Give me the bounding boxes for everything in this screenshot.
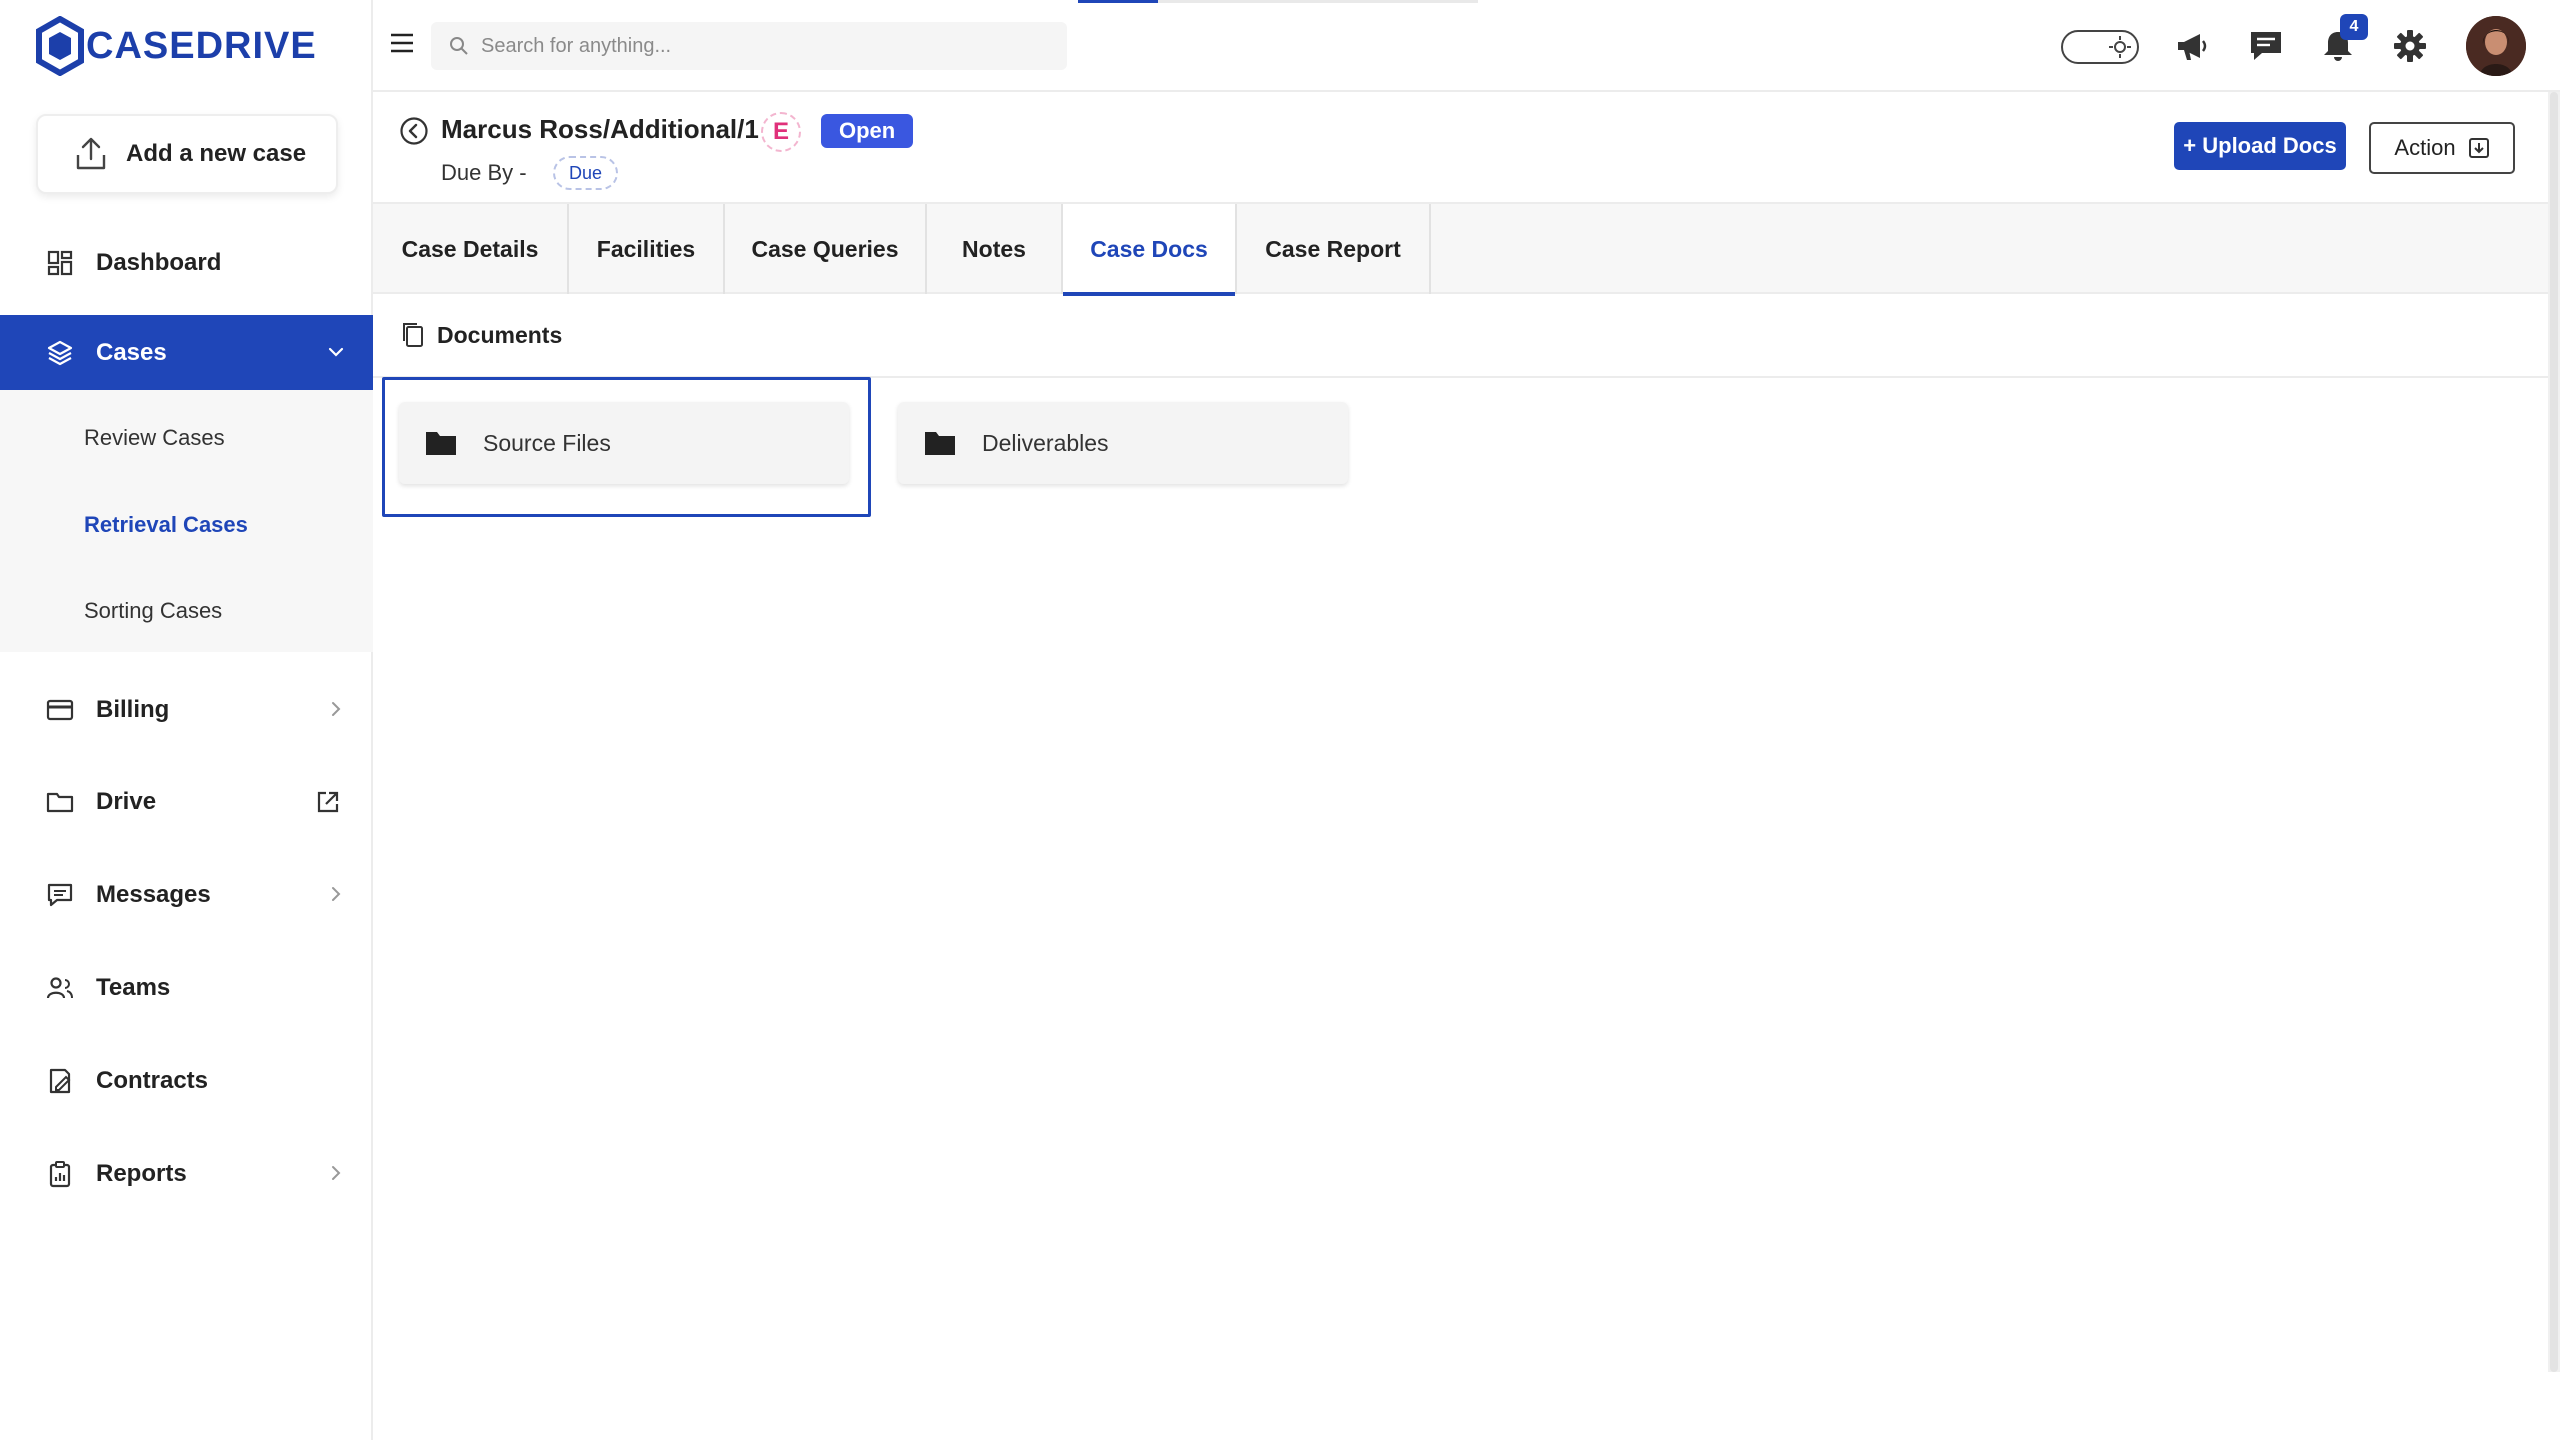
chat-icon	[2251, 32, 2281, 60]
sidebar-item-label: Teams	[96, 974, 171, 1001]
folder-source-files[interactable]: Source Files	[399, 402, 849, 484]
brand-name: CASEDRIVE	[86, 24, 317, 67]
announcement-button[interactable]	[2174, 28, 2210, 64]
sidebar-item-teams[interactable]: Teams	[0, 950, 373, 1026]
sidebar-item-reports[interactable]: Reports	[0, 1136, 373, 1212]
gear-icon	[2394, 30, 2426, 62]
folder-label: Deliverables	[982, 429, 1109, 456]
clipboard-icon	[46, 1160, 74, 1188]
hexagon-logo-icon	[36, 16, 84, 76]
case-title: Marcus Ross/Additional/1	[441, 114, 759, 144]
sidebar-item-label: Dashboard	[96, 249, 222, 276]
case-letter-badge: E	[761, 112, 801, 152]
user-avatar[interactable]	[2466, 16, 2526, 76]
action-button-label: Action	[2394, 135, 2456, 160]
chevron-right-icon	[332, 702, 341, 716]
notification-count-badge: 4	[2340, 14, 2368, 40]
chevron-right-icon	[332, 1166, 341, 1180]
sidebar-item-messages[interactable]: Messages	[0, 857, 373, 933]
settings-button[interactable]	[2392, 28, 2428, 64]
external-link-icon[interactable]	[315, 789, 341, 815]
message-icon	[46, 881, 74, 909]
upload-docs-button[interactable]: + Upload Docs	[2174, 122, 2346, 170]
theme-toggle[interactable]	[2061, 30, 2139, 64]
tab-case-details[interactable]: Case Details	[373, 204, 569, 294]
card-icon	[46, 696, 74, 724]
submenu-item-review-cases[interactable]: Review Cases	[84, 425, 225, 451]
search-input[interactable]	[481, 34, 1041, 58]
sidebar-item-label: Drive	[96, 788, 157, 815]
case-tabs: Case Details Facilities Case Queries Not…	[373, 202, 2548, 296]
hamburger-menu-icon[interactable]	[387, 28, 417, 58]
case-status-badge: Open	[821, 114, 914, 148]
download-box-icon	[2468, 138, 2489, 158]
action-button[interactable]: Action	[2369, 122, 2515, 174]
sidebar-item-drive[interactable]: Drive	[0, 764, 373, 840]
top-bar	[373, 0, 2560, 92]
add-new-case-button[interactable]: Add a new case	[36, 114, 338, 194]
folder-icon	[925, 432, 955, 455]
brand-logo[interactable]: CASEDRIVE	[36, 14, 317, 78]
submenu-item-sorting-cases[interactable]: Sorting Cases	[84, 598, 222, 624]
chat-button[interactable]	[2248, 28, 2284, 64]
tab-case-docs[interactable]: Case Docs	[1063, 204, 1237, 296]
back-arrow-icon[interactable]	[399, 116, 429, 146]
sun-icon	[2109, 36, 2131, 58]
sidebar-item-label: Contracts	[96, 1067, 209, 1094]
loading-progress-bar	[1078, 0, 1478, 3]
add-new-case-label: Add a new case	[126, 140, 307, 167]
page-scrollbar[interactable]	[2548, 92, 2560, 1372]
megaphone-icon	[2178, 34, 2207, 60]
sidebar-item-billing[interactable]: Billing	[0, 672, 373, 748]
tab-case-queries[interactable]: Case Queries	[725, 204, 927, 294]
tab-notes[interactable]: Notes	[927, 204, 1063, 294]
submenu-item-retrieval-cases[interactable]: Retrieval Cases	[84, 512, 248, 538]
due-by-label: Due By -	[441, 160, 527, 185]
documents-title: Documents	[437, 321, 563, 348]
documents-header: Documents	[373, 294, 2548, 378]
sidebar-item-dashboard[interactable]: Dashboard	[0, 225, 373, 301]
sidebar-item-label: Billing	[96, 696, 170, 723]
case-header: Marcus Ross/Additional/1 E Open Due By -…	[373, 92, 2560, 202]
tab-case-report[interactable]: Case Report	[1237, 204, 1431, 294]
sidebar-item-label: Cases	[96, 339, 167, 366]
folder-icon	[46, 788, 74, 816]
chevron-down-icon	[328, 347, 344, 357]
layers-icon	[46, 339, 74, 367]
sidebar-item-cases[interactable]: Cases	[0, 315, 373, 391]
avatar-icon	[2466, 16, 2526, 76]
folder-deliverables[interactable]: Deliverables	[898, 402, 1348, 484]
copy-documents-icon	[403, 323, 423, 347]
due-badge: Due	[553, 156, 619, 190]
folder-label: Source Files	[483, 429, 611, 456]
dashboard-icon	[46, 249, 74, 277]
search-box[interactable]	[431, 22, 1067, 70]
sidebar-item-label: Reports	[96, 1160, 187, 1187]
tab-facilities[interactable]: Facilities	[569, 204, 725, 294]
team-icon	[46, 974, 74, 1002]
search-icon	[450, 37, 468, 55]
folder-icon	[426, 432, 456, 455]
sidebar: CASEDRIVE Add a new case Dashboard Cases…	[0, 0, 373, 1440]
sidebar-item-contracts[interactable]: Contracts	[0, 1043, 373, 1119]
sidebar-item-label: Messages	[96, 881, 211, 908]
contract-icon	[46, 1067, 74, 1095]
cases-submenu: Review Cases Retrieval Cases Sorting Cas…	[0, 390, 373, 652]
chevron-right-icon	[332, 887, 341, 901]
upload-icon	[76, 137, 106, 170]
